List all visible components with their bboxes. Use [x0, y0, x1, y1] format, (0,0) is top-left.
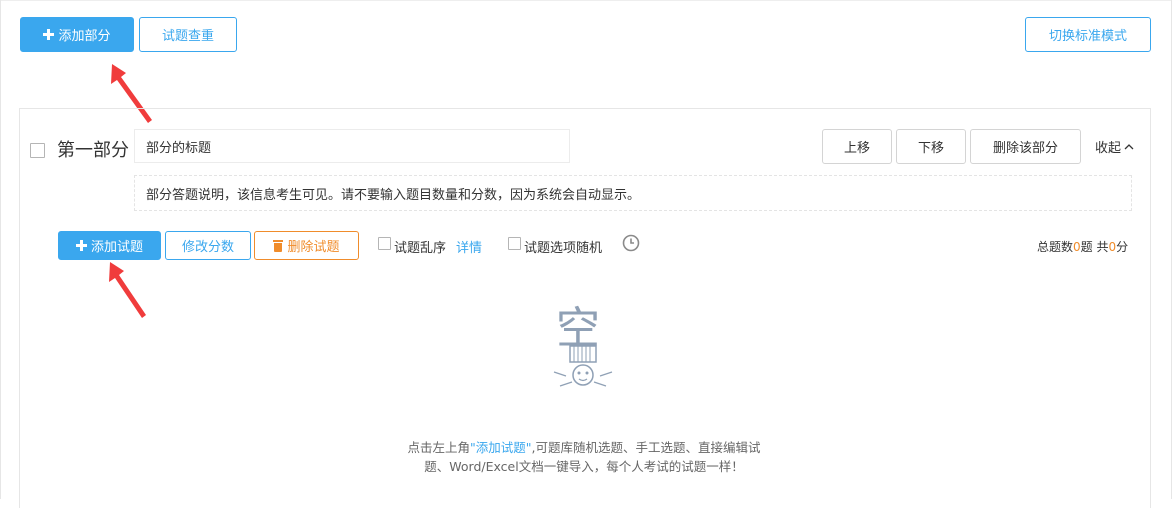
section-select-checkbox[interactable]	[30, 143, 45, 158]
collapse-toggle[interactable]: 收起	[1095, 137, 1134, 156]
empty-box-icon	[553, 345, 613, 387]
move-up-label: 上移	[843, 141, 870, 156]
plus-icon	[75, 240, 87, 251]
empty-line1-suffix: ,可题库随机选题、手工选题、直接编辑试	[531, 440, 761, 455]
section-title-input[interactable]: 部分的标题	[134, 129, 570, 163]
add-question-label: 添加试题	[90, 240, 143, 255]
frame-left-border	[0, 0, 1, 499]
shuffle-details-link[interactable]: 详情	[456, 237, 482, 256]
add-section-label: 添加部分	[58, 29, 111, 44]
collapse-label: 收起	[1095, 141, 1122, 156]
clock-icon[interactable]	[622, 234, 640, 252]
delete-section-button[interactable]: 删除该部分	[970, 129, 1081, 164]
total-prefix: 总题数	[1037, 240, 1074, 254]
total-unit: 题 共	[1080, 240, 1109, 254]
empty-state-line2: 题、Word/Excel文档一键导入，每个人考试的试题一样！	[424, 459, 744, 474]
total-score: 0	[1108, 240, 1117, 254]
edit-score-label: 修改分数	[181, 240, 234, 255]
move-down-button[interactable]: 下移	[896, 129, 966, 164]
random-options-checkbox[interactable]	[508, 237, 521, 250]
question-totals: 总题数0题 共0分	[1037, 238, 1128, 255]
plus-icon	[43, 29, 55, 40]
switch-standard-mode-button[interactable]: 切换标准模式	[1025, 17, 1151, 52]
delete-section-label: 删除该部分	[992, 141, 1058, 156]
switch-mode-label: 切换标准模式	[1048, 29, 1127, 44]
total-count: 0	[1073, 240, 1081, 254]
section-description-value: 部分答题说明，该信息考生可见。请不要输入题目数量和分数，因为系统会自动显示。	[146, 187, 641, 203]
duplicate-check-button[interactable]: 试题查重	[139, 17, 237, 52]
delete-question-button[interactable]: 删除试题	[254, 231, 359, 260]
random-options-label: 试题选项随机	[524, 241, 603, 256]
section-description-input[interactable]: 部分答题说明，该信息考生可见。请不要输入题目数量和分数，因为系统会自动显示。	[134, 175, 1132, 211]
delete-question-label: 删除试题	[287, 240, 340, 255]
annotation-arrow-bottom	[109, 262, 146, 318]
duplicate-check-label: 试题查重	[161, 29, 214, 44]
edit-score-button[interactable]: 修改分数	[165, 231, 251, 260]
section-name: 第一部分	[57, 140, 129, 161]
move-up-button[interactable]: 上移	[822, 129, 892, 164]
frame-top-border	[0, 0, 1172, 1]
empty-state-line1: 点击左上角"添加试题",可题库随机选题、手工选题、直接编辑试	[384, 438, 784, 457]
shuffle-checkbox[interactable]	[378, 237, 391, 250]
move-down-label: 下移	[917, 141, 944, 156]
empty-add-question-link[interactable]: "添加试题"	[470, 440, 532, 455]
shuffle-label: 试题乱序	[394, 241, 447, 256]
score-unit: 分	[1116, 240, 1129, 254]
add-section-button[interactable]: 添加部分	[20, 17, 134, 52]
empty-state-illustration: 空	[548, 304, 618, 390]
trash-icon	[273, 239, 284, 252]
add-question-button[interactable]: 添加试题	[58, 231, 161, 260]
empty-state-message: 点击左上角"添加试题",可题库随机选题、手工选题、直接编辑试 题、Word/Ex…	[384, 438, 784, 476]
empty-line1-prefix: 点击左上角	[407, 440, 471, 455]
section-title-value: 部分的标题	[146, 140, 212, 156]
chevron-up-icon	[1124, 143, 1134, 149]
